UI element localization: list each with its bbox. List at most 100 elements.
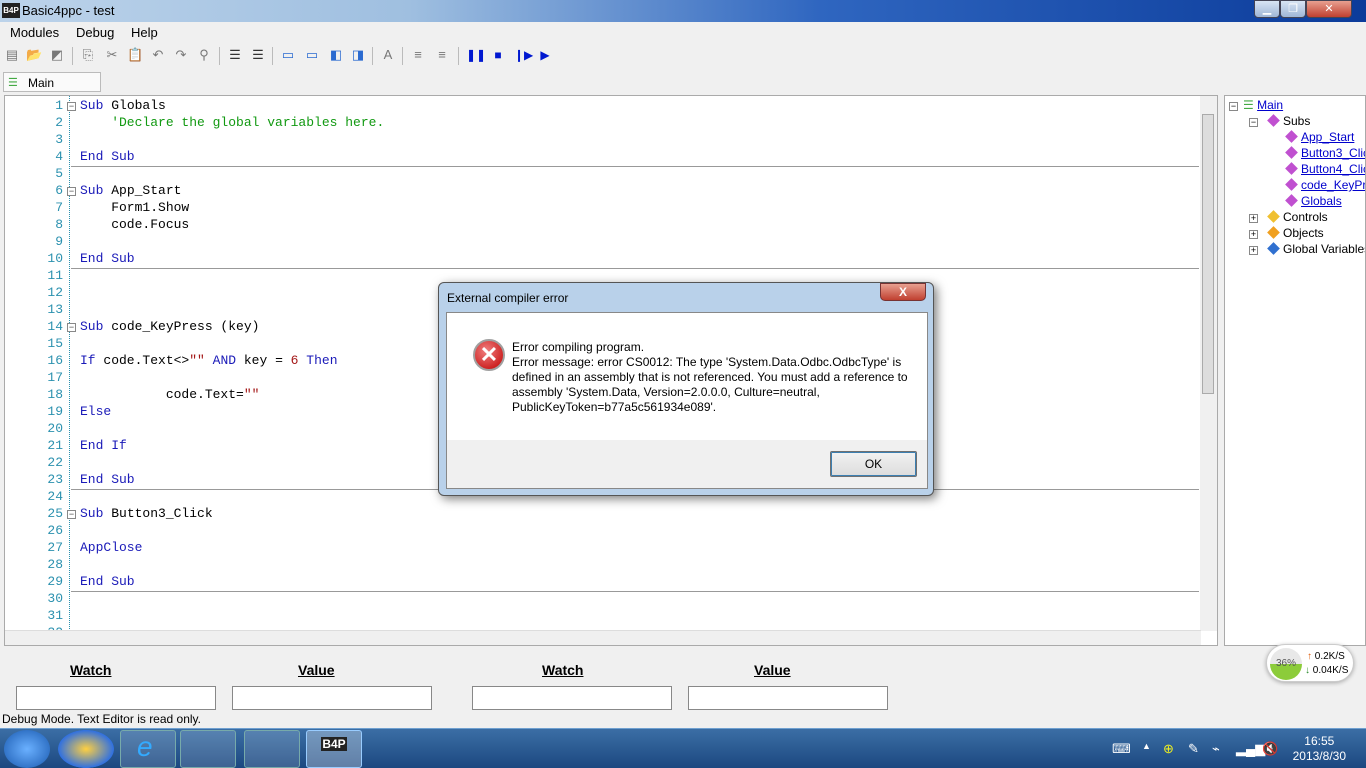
dialog-close-button[interactable]: X bbox=[880, 283, 926, 301]
font-icon[interactable]: A bbox=[380, 47, 396, 63]
tree-subs[interactable]: Subs bbox=[1267, 114, 1310, 128]
run-icon[interactable]: ▶ bbox=[537, 47, 553, 63]
start-button[interactable] bbox=[4, 730, 50, 768]
tree-label[interactable]: Button4_Click bbox=[1301, 162, 1365, 176]
ok-button[interactable]: OK bbox=[830, 451, 917, 477]
module-icon: ☰ bbox=[1243, 98, 1258, 112]
fold-toggle[interactable]: − bbox=[67, 102, 76, 111]
redo-icon[interactable]: ↷ bbox=[173, 47, 189, 63]
error-heading: Error compiling program. bbox=[512, 340, 645, 354]
watch-input[interactable] bbox=[472, 686, 672, 710]
scroll-thumb[interactable] bbox=[1202, 114, 1214, 394]
tree-sub-item[interactable]: Button4_Click bbox=[1285, 162, 1365, 176]
comment-icon[interactable]: ≡ bbox=[410, 47, 426, 63]
code-line: 'Declare the global variables here. bbox=[80, 115, 384, 130]
line-number: 12 bbox=[47, 285, 63, 300]
close-button[interactable]: ✕ bbox=[1306, 0, 1352, 18]
open-icon[interactable]: 📂 bbox=[26, 47, 42, 63]
prev-icon[interactable]: ◧ bbox=[328, 47, 344, 63]
tree-label[interactable]: code_KeyPress bbox=[1301, 178, 1365, 192]
save-icon[interactable]: ◩ bbox=[49, 47, 65, 63]
delete-form-icon[interactable]: ▭ bbox=[304, 47, 320, 63]
code-token: code.Text<> bbox=[103, 353, 190, 368]
undo-icon[interactable]: ↶ bbox=[150, 47, 166, 63]
download-arrow-icon: ↓ bbox=[1305, 665, 1310, 676]
step-icon[interactable]: ❙▶ bbox=[514, 47, 533, 63]
new-icon[interactable]: ▤ bbox=[4, 47, 20, 63]
tree-sub-item[interactable]: Globals bbox=[1285, 194, 1342, 208]
network-monitor-widget[interactable]: 36% ↑ 0.2K/S ↓ 0.04K/S bbox=[1266, 644, 1354, 682]
fold-toggle[interactable]: − bbox=[67, 323, 76, 332]
tree-sub-item[interactable]: code_KeyPress bbox=[1285, 178, 1365, 192]
form-icon[interactable]: ▭ bbox=[280, 47, 296, 63]
tree-sub-item[interactable]: Button3_Click bbox=[1285, 146, 1365, 160]
value-field bbox=[232, 686, 432, 710]
tree-sub-item[interactable]: App_Start bbox=[1285, 130, 1354, 144]
indent-icon[interactable]: ☰ bbox=[227, 47, 243, 63]
volume-muted-icon[interactable]: 🔇 bbox=[1262, 741, 1278, 757]
tree-category[interactable]: Controls bbox=[1267, 210, 1328, 224]
keyboard-icon[interactable]: ⌨ bbox=[1112, 741, 1131, 757]
maximize-button[interactable]: ❐ bbox=[1280, 0, 1306, 18]
security-icon[interactable]: ⊕ bbox=[1163, 741, 1174, 757]
editor-horizontal-scrollbar[interactable] bbox=[5, 630, 1201, 645]
taskbar-app-icon[interactable] bbox=[58, 730, 114, 768]
taskbar-explorer-icon[interactable] bbox=[180, 730, 236, 768]
pause-icon[interactable]: ❚❚ bbox=[466, 47, 486, 63]
menu-help[interactable]: Help bbox=[131, 25, 158, 40]
outdent-icon[interactable]: ☰ bbox=[250, 47, 266, 63]
code-token: End Sub bbox=[80, 574, 135, 589]
tree-label[interactable]: App_Start bbox=[1301, 130, 1354, 144]
minimize-button[interactable]: ▁ bbox=[1254, 0, 1280, 18]
tree-label[interactable]: Globals bbox=[1301, 194, 1342, 208]
taskbar-basic4ppc-icon[interactable]: B4P bbox=[306, 730, 362, 768]
code-line: Sub Button3_Click bbox=[80, 506, 213, 521]
line-number: 25 bbox=[47, 506, 63, 521]
editor-vertical-scrollbar[interactable] bbox=[1200, 96, 1217, 631]
tree-label[interactable]: Button3_Click bbox=[1301, 146, 1365, 160]
module-tree[interactable]: −☰ Main−SubsApp_StartButton3_ClickButton… bbox=[1224, 95, 1366, 646]
tree-category[interactable]: Objects bbox=[1267, 226, 1324, 240]
watch-input[interactable] bbox=[16, 686, 216, 710]
paste-icon[interactable]: 📋 bbox=[127, 47, 143, 63]
find-icon[interactable]: ⚲ bbox=[196, 47, 212, 63]
stop-icon[interactable]: ■ bbox=[490, 47, 506, 63]
uncomment-icon[interactable]: ≡ bbox=[434, 47, 450, 63]
line-number: 6 bbox=[55, 183, 63, 198]
cut-icon[interactable]: ✂ bbox=[104, 47, 120, 63]
code-token: End If bbox=[80, 438, 127, 453]
tab-main[interactable]: ☰ Main bbox=[3, 72, 101, 92]
line-number: 19 bbox=[47, 404, 63, 419]
code-token: Sub bbox=[80, 319, 112, 334]
pin-icon[interactable]: ✎ bbox=[1188, 741, 1199, 757]
tree-expander[interactable]: + bbox=[1249, 230, 1258, 239]
tree-category[interactable]: Global Variables bbox=[1267, 242, 1365, 256]
dialog-title: External compiler error bbox=[447, 291, 569, 305]
code-line: code.Focus bbox=[80, 217, 189, 232]
line-number: 3 bbox=[55, 132, 63, 147]
copy-icon[interactable]: ⎘ bbox=[80, 47, 96, 63]
taskbar-ie-icon[interactable]: e bbox=[120, 730, 176, 768]
fold-toggle[interactable]: − bbox=[67, 187, 76, 196]
tree-expander[interactable]: − bbox=[1249, 118, 1258, 127]
signal-icon[interactable]: ▂▄▆ bbox=[1236, 741, 1265, 757]
tree-expander[interactable]: + bbox=[1249, 246, 1258, 255]
taskbar-mail-icon[interactable] bbox=[244, 730, 300, 768]
line-number: 9 bbox=[55, 234, 63, 249]
menu-modules[interactable]: Modules bbox=[10, 25, 59, 40]
power-icon[interactable]: ⌁ bbox=[1212, 741, 1220, 757]
toolbar: ▤ 📂 ◩ ⎘ ✂ 📋 ↶ ↷ ⚲ ☰ ☰ ▭ ▭ ◧ ◨ A ≡ ≡ ❚❚ ■ ❙▶ ▶ bbox=[0, 43, 1366, 69]
tree-root[interactable]: ☰ Main bbox=[1243, 98, 1283, 112]
tree-root-label[interactable]: Main bbox=[1257, 98, 1283, 112]
tree-expander[interactable]: + bbox=[1249, 214, 1258, 223]
clock[interactable]: 16:55 2013/8/30 bbox=[1293, 734, 1346, 764]
show-hidden-icons[interactable]: ▲ bbox=[1142, 741, 1151, 751]
next-icon[interactable]: ◨ bbox=[350, 47, 366, 63]
line-number: 5 bbox=[55, 166, 63, 181]
tree-expander[interactable]: − bbox=[1229, 102, 1238, 111]
fold-toggle[interactable]: − bbox=[67, 510, 76, 519]
tree-label: Objects bbox=[1283, 226, 1324, 240]
taskbar: e B4P ⌨ ▲ ⊕ ✎ ⌁ ▂▄▆ 🔇 16:55 2013/8/30 bbox=[0, 728, 1366, 768]
line-number: 8 bbox=[55, 217, 63, 232]
menu-debug[interactable]: Debug bbox=[76, 25, 114, 40]
